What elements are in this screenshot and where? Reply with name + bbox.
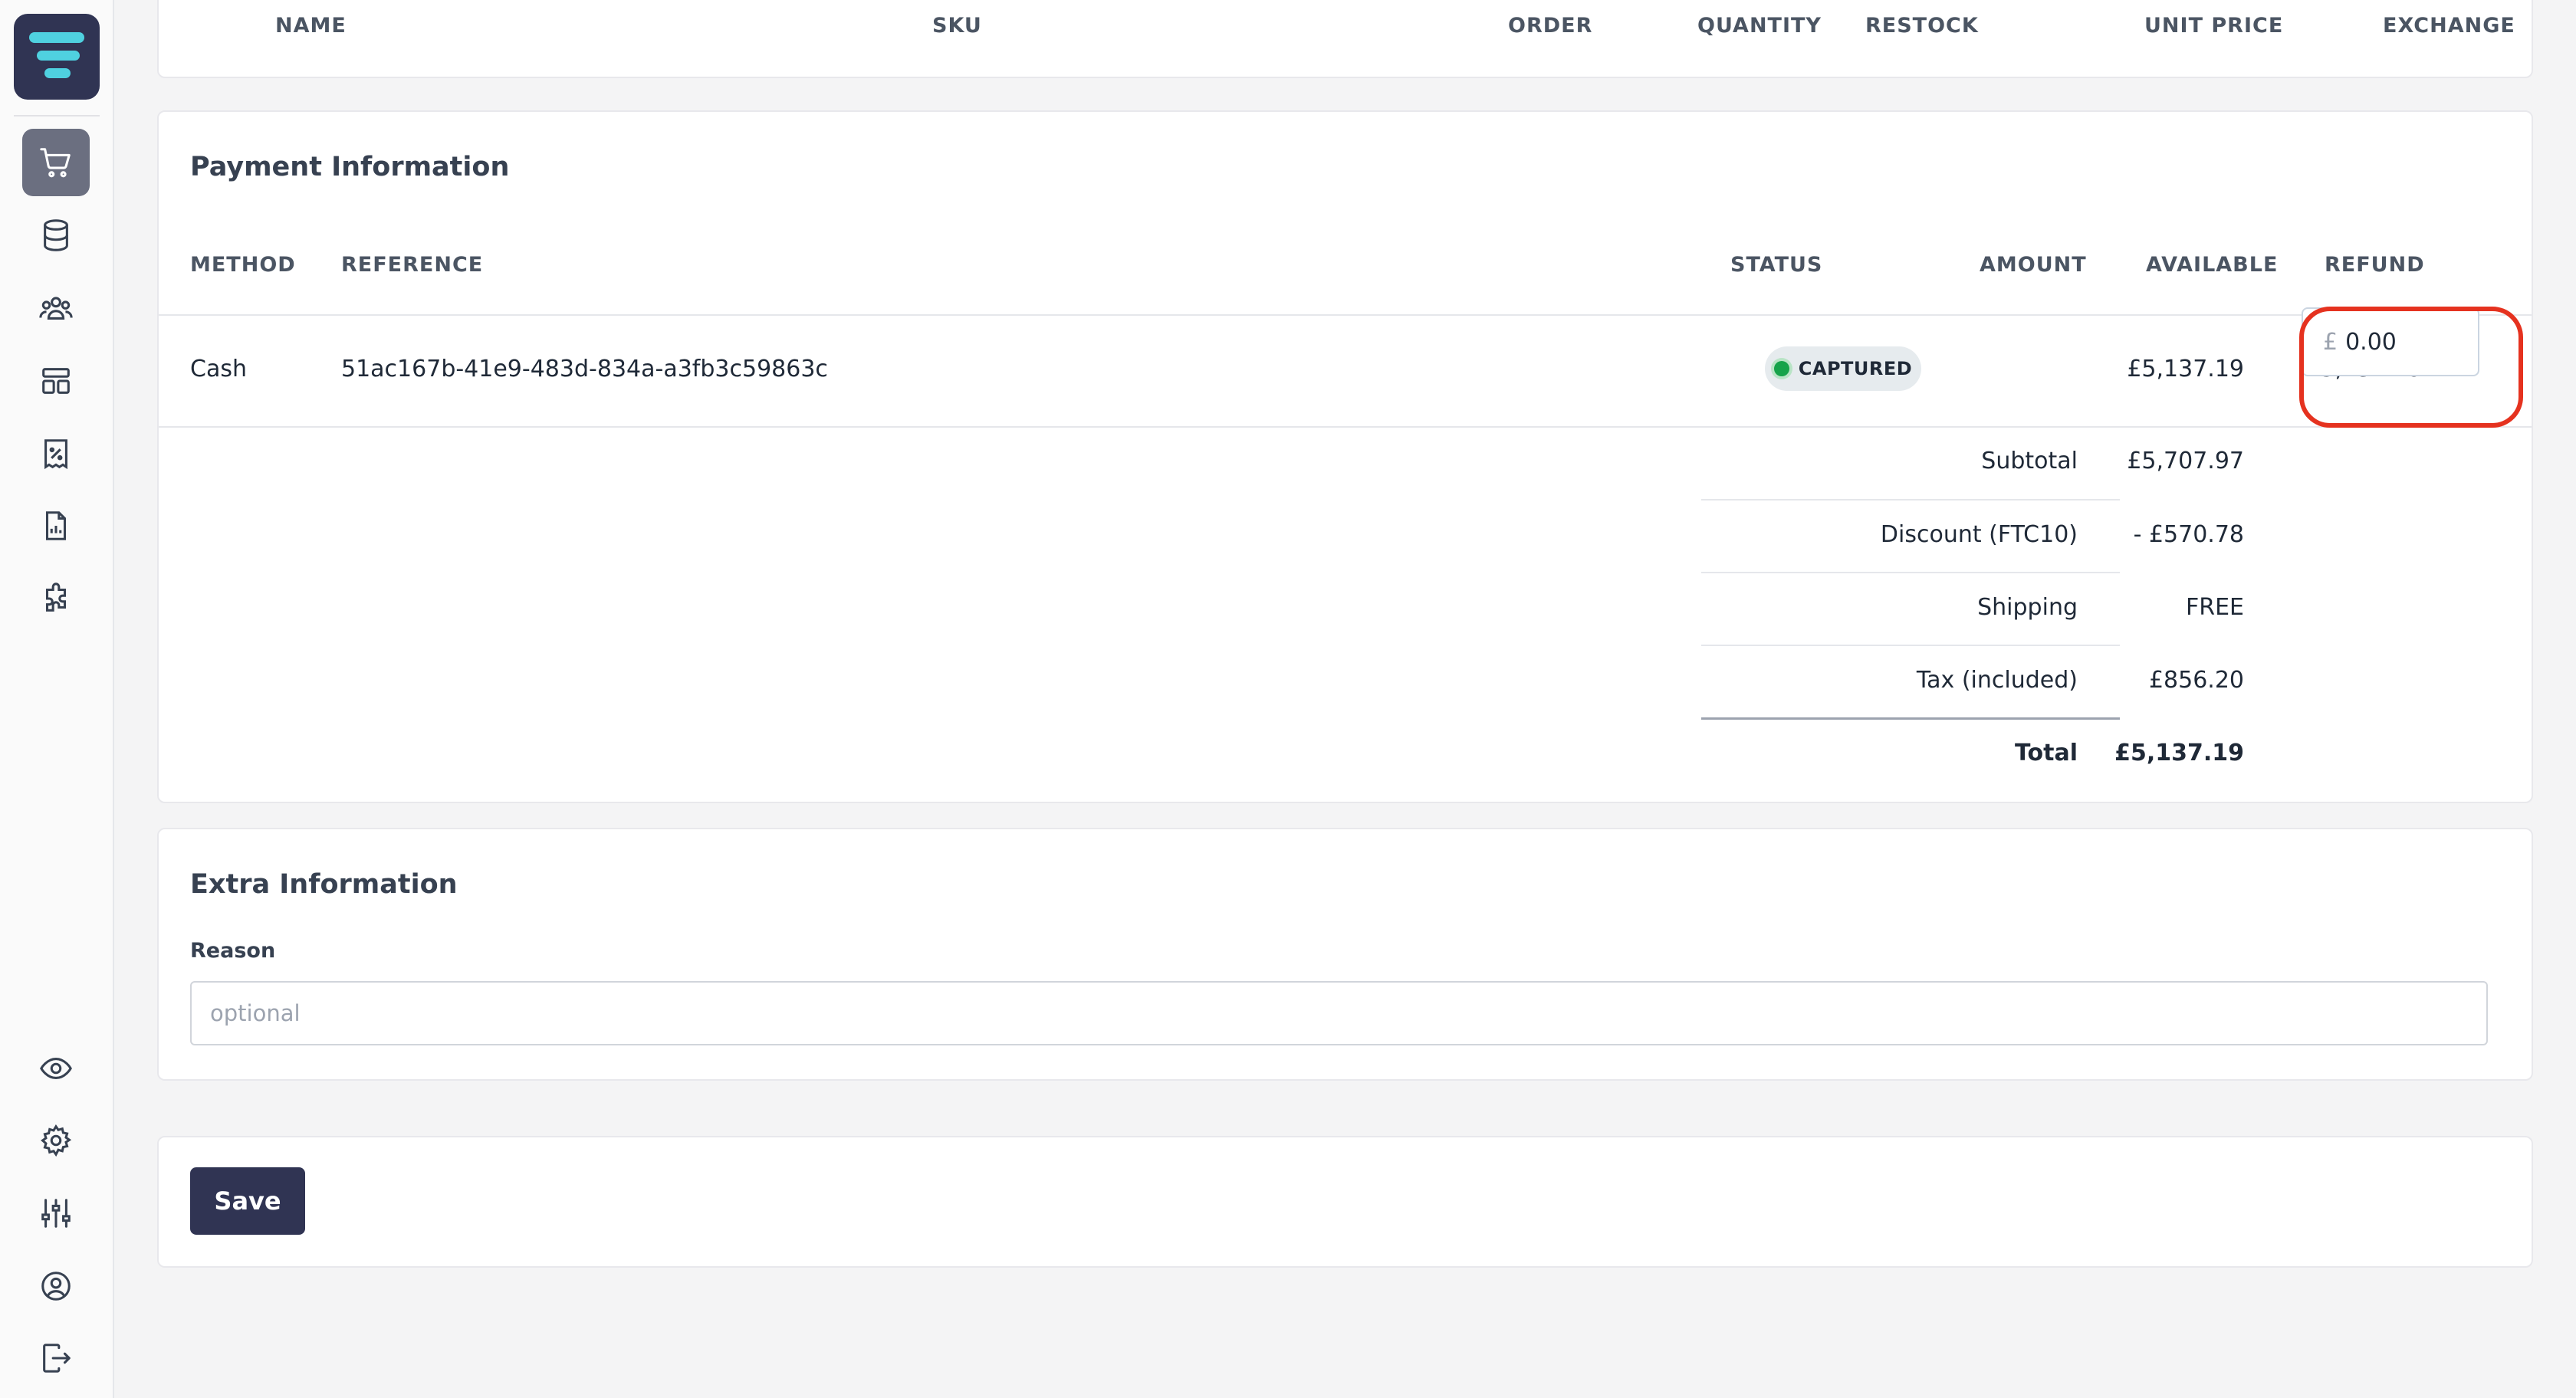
- refund-highlight: [2299, 307, 2523, 428]
- layout-icon: [42, 368, 70, 394]
- nav-orders[interactable]: [22, 129, 90, 196]
- user-circle-icon: [41, 1272, 71, 1301]
- col-status: STATUS: [1730, 253, 1823, 277]
- nav-account[interactable]: [22, 1252, 90, 1320]
- status-text: CAPTURED: [1798, 358, 1913, 379]
- report-icon: [45, 511, 67, 540]
- payment-title: Payment Information: [190, 152, 510, 182]
- col-restock: RESTOCK: [1865, 14, 1979, 38]
- sidebar: [0, 0, 114, 1398]
- header-divider: [159, 314, 2532, 316]
- payment-reference: 51ac167b-41e9-483d-834a-a3fb3c59863c: [341, 356, 828, 382]
- brand-logo[interactable]: [14, 14, 100, 100]
- puzzle-icon: [45, 582, 67, 612]
- nav-database[interactable]: [22, 202, 90, 269]
- payment-method: Cash: [190, 356, 247, 382]
- summary-divider: [1701, 572, 2120, 573]
- users-icon: [39, 297, 73, 320]
- extra-title: Extra Information: [190, 869, 458, 900]
- sliders-icon: [41, 1199, 71, 1228]
- nav-preferences[interactable]: [22, 1180, 90, 1247]
- discount-value: - £570.78: [2133, 521, 2244, 548]
- col-sku: SKU: [932, 14, 982, 38]
- col-exchange: EXCHANGE: [2383, 14, 2515, 38]
- nav-reports[interactable]: [22, 492, 90, 560]
- col-name: NAME: [275, 14, 347, 38]
- sidebar-divider: [14, 115, 100, 116]
- cart-icon: [40, 148, 71, 178]
- summary-divider: [1701, 717, 2120, 720]
- total-value: £5,137.19: [2114, 740, 2244, 766]
- nav-preview[interactable]: [22, 1035, 90, 1102]
- col-reference: REFERENCE: [341, 253, 484, 277]
- gear-icon: [41, 1124, 72, 1157]
- nav-discounts[interactable]: [22, 420, 90, 487]
- items-card: NAME SKU ORDER QUANTITY RESTOCK UNIT PRI…: [157, 0, 2533, 78]
- summary-divider: [1701, 645, 2120, 646]
- payment-card: Payment Information METHOD REFERENCE STA…: [157, 110, 2533, 803]
- save-button[interactable]: Save: [190, 1167, 305, 1235]
- col-method: METHOD: [190, 253, 296, 277]
- nav-extensions[interactable]: [22, 565, 90, 632]
- col-available: AVAILABLE: [2146, 253, 2279, 277]
- reason-input[interactable]: [190, 981, 2488, 1045]
- database-icon: [44, 219, 68, 251]
- nav-customers[interactable]: [22, 274, 90, 342]
- status-badge: CAPTURED: [1765, 346, 1921, 391]
- tax-value: £856.20: [2148, 667, 2244, 694]
- eye-icon: [40, 1058, 72, 1079]
- save-card: Save: [157, 1136, 2533, 1268]
- row-divider: [159, 426, 2532, 428]
- nav-layout[interactable]: [22, 347, 90, 415]
- col-unit-price: UNIT PRICE: [2144, 14, 2284, 38]
- subtotal-value: £5,707.97: [2127, 448, 2244, 474]
- status-dot: [1773, 361, 1789, 376]
- nav-logout[interactable]: [22, 1324, 90, 1392]
- col-refund: REFUND: [2325, 253, 2425, 277]
- col-quantity: QUANTITY: [1697, 14, 1822, 38]
- shipping-value: FREE: [2185, 594, 2244, 621]
- discount-receipt-icon: [44, 439, 67, 470]
- nav-settings[interactable]: [22, 1107, 90, 1174]
- col-amount: AMOUNT: [1980, 253, 2087, 277]
- col-order: ORDER: [1508, 14, 1593, 38]
- reason-label: Reason: [190, 939, 276, 963]
- extra-info-card: Extra Information Reason: [157, 828, 2533, 1081]
- logo-icon: [29, 32, 84, 78]
- logout-icon: [43, 1344, 71, 1373]
- summary-divider: [1701, 499, 2120, 500]
